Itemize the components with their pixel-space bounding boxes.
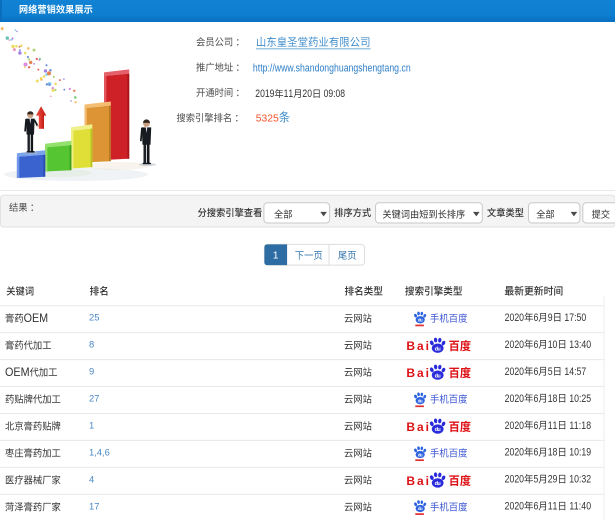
svg-text:2020: 2020 bbox=[505, 312, 525, 324]
svg-text:10:19: 10:19 bbox=[567, 447, 592, 459]
svg-text:09:08: 09:08 bbox=[321, 88, 345, 100]
svg-text:2020: 2020 bbox=[505, 366, 525, 378]
svg-text:10:32: 10:32 bbox=[567, 474, 592, 486]
svg-text:6: 6 bbox=[533, 447, 538, 459]
svg-text:10: 10 bbox=[548, 339, 558, 351]
svg-text:6: 6 bbox=[533, 339, 538, 351]
svg-text:OEM: OEM bbox=[5, 366, 30, 378]
svg-text:6: 6 bbox=[533, 501, 538, 513]
svg-text:2020: 2020 bbox=[505, 420, 525, 432]
svg-text:11: 11 bbox=[548, 420, 558, 432]
svg-text:17: 17 bbox=[89, 500, 99, 511]
svg-text:2020: 2020 bbox=[505, 339, 525, 351]
svg-text:du: du bbox=[435, 373, 441, 379]
svg-text:6: 6 bbox=[533, 420, 538, 432]
svg-text:11:18: 11:18 bbox=[567, 420, 592, 432]
svg-text:du: du bbox=[435, 481, 441, 487]
svg-text:2020: 2020 bbox=[505, 501, 525, 513]
svg-text:2020: 2020 bbox=[505, 474, 525, 486]
svg-text:6: 6 bbox=[533, 393, 538, 405]
svg-text:Bai: Bai bbox=[406, 339, 429, 353]
svg-text:Bai: Bai bbox=[406, 420, 429, 434]
svg-text:OEM: OEM bbox=[24, 313, 49, 325]
svg-text:18: 18 bbox=[548, 447, 558, 459]
svg-text:du: du bbox=[418, 506, 423, 511]
svg-text:6: 6 bbox=[533, 366, 538, 378]
svg-text:4: 4 bbox=[89, 473, 94, 484]
svg-text:2019: 2019 bbox=[255, 88, 274, 100]
svg-text:1: 1 bbox=[273, 251, 279, 262]
svg-text:1,4,6: 1,4,6 bbox=[89, 446, 110, 457]
svg-text:du: du bbox=[418, 452, 423, 457]
svg-text:du: du bbox=[435, 427, 441, 433]
svg-text:8: 8 bbox=[89, 339, 94, 350]
svg-text:17:50: 17:50 bbox=[562, 312, 587, 324]
svg-text:13:40: 13:40 bbox=[567, 339, 592, 351]
svg-text:2020: 2020 bbox=[505, 393, 525, 405]
svg-text:14:57: 14:57 bbox=[562, 366, 587, 378]
svg-text:6: 6 bbox=[533, 312, 538, 324]
svg-text:1: 1 bbox=[89, 419, 94, 430]
svg-text:http://www.shandonghuangshengt: http://www.shandonghuangshengtang.cn bbox=[253, 63, 411, 75]
svg-text:5: 5 bbox=[548, 366, 553, 378]
svg-text:29: 29 bbox=[548, 474, 558, 486]
svg-text:9: 9 bbox=[548, 312, 553, 324]
svg-text:Bai: Bai bbox=[406, 366, 429, 380]
svg-text:9: 9 bbox=[89, 366, 94, 377]
svg-text:du: du bbox=[418, 318, 423, 323]
svg-text:11: 11 bbox=[548, 501, 558, 513]
svg-text:11:40: 11:40 bbox=[567, 501, 592, 513]
svg-text:25: 25 bbox=[89, 312, 99, 323]
svg-text:27: 27 bbox=[89, 393, 99, 404]
svg-text:du: du bbox=[418, 398, 423, 403]
svg-text:20: 20 bbox=[302, 88, 312, 100]
svg-text:du: du bbox=[435, 346, 441, 352]
svg-text:18: 18 bbox=[548, 393, 558, 405]
svg-text:5325: 5325 bbox=[256, 114, 279, 125]
svg-text:2020: 2020 bbox=[505, 447, 525, 459]
svg-text:11: 11 bbox=[284, 88, 294, 100]
svg-text:10:25: 10:25 bbox=[567, 393, 592, 405]
svg-text:Bai: Bai bbox=[406, 474, 429, 488]
svg-text:5: 5 bbox=[533, 474, 538, 486]
